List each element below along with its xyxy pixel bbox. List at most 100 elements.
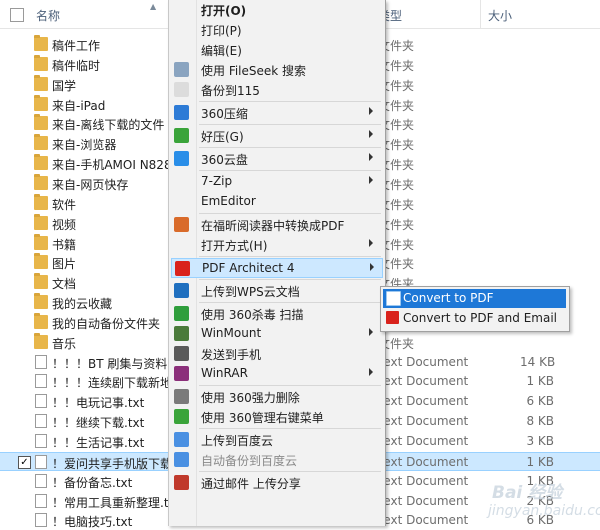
menu-item[interactable]: 在福昕阅读器中转换成PDF — [171, 215, 383, 235]
menu-item[interactable]: 打印(P) — [171, 20, 383, 40]
submenu-item[interactable]: Convert to PDF — [383, 289, 566, 308]
folder-icon — [34, 54, 48, 71]
menu-item[interactable]: 备份到115 — [171, 80, 383, 100]
row-checkbox[interactable]: ✓ — [18, 455, 31, 469]
file-type: Text Document — [378, 434, 469, 448]
text-document-icon — [35, 394, 47, 409]
folder-icon — [34, 193, 48, 210]
menu-item[interactable]: 好压(G) — [171, 126, 383, 146]
pdf-architect-submenu: Convert to PDF Convert to PDF and Email — [380, 286, 570, 332]
file-name: ！常用工具重新整理.txt — [52, 495, 172, 510]
submenu-item[interactable]: Convert to PDF and Email — [383, 309, 566, 328]
text-document-icon — [35, 454, 47, 469]
submenu-item-label: Convert to PDF — [403, 291, 494, 305]
menu-item[interactable]: 使用 360管理右键菜单 — [171, 407, 383, 427]
text-document-icon — [35, 434, 47, 448]
menu-item[interactable]: 使用 360强力删除 — [171, 387, 383, 407]
file-size: 14 KB — [520, 354, 556, 369]
column-divider[interactable] — [480, 0, 481, 28]
menu-separator — [199, 471, 381, 472]
file-name: ！备份备忘.txt — [52, 475, 133, 490]
submenu-arrow-icon — [369, 239, 373, 247]
folder-icon — [34, 312, 48, 329]
menu-item-label: 使用 FileSeek 搜索 — [201, 64, 307, 78]
file-name: ！！！连续剧下载新地址 — [52, 376, 172, 391]
shredder-icon — [174, 389, 189, 404]
mail-icon — [174, 475, 189, 490]
file-size: 1 KB — [526, 454, 554, 469]
menu-item[interactable]: WinRAR — [171, 364, 383, 384]
menu-item[interactable]: EmEditor — [171, 192, 383, 212]
menu-item[interactable]: 打开(O) — [171, 0, 383, 20]
submenu-arrow-icon — [369, 328, 373, 336]
menu-item-label: 上传到百度云 — [201, 434, 274, 448]
baidu-icon — [174, 452, 189, 467]
menu-item-label: 7-Zip — [201, 174, 233, 188]
manage-icon — [174, 409, 189, 424]
file-name: 软件 — [52, 197, 77, 212]
file-name: 来自-浏览器 — [52, 138, 117, 153]
menu-separator — [199, 428, 381, 429]
menu-item-label: 使用 360杀毒 扫描 — [201, 308, 304, 322]
menu-item-label: 通过邮件 上传分享 — [201, 477, 301, 491]
file-type: Text Document — [378, 394, 469, 409]
file-name: ！电脑技巧.txt — [52, 515, 133, 530]
text-document-icon — [35, 374, 47, 389]
menu-item-label: 备份到115 — [201, 84, 260, 98]
file-type: Text Document — [378, 513, 469, 528]
menu-item[interactable]: 上传到百度云 — [171, 430, 383, 450]
page-icon — [174, 82, 189, 97]
select-all-checkbox[interactable] — [10, 8, 24, 22]
context-menu: 打开(O) 打印(P) 编辑(E) 使用 FileSeek 搜索 备份到115 360压缩… — [168, 0, 386, 526]
file-name: 稿件临时 — [52, 58, 101, 73]
menu-item[interactable]: WinMount — [171, 324, 383, 344]
folder-icon — [34, 293, 48, 310]
menu-item[interactable]: 360压缩 — [171, 103, 383, 123]
column-name[interactable]: 名称 — [36, 7, 60, 24]
submenu-arrow-icon — [370, 263, 374, 271]
menu-item[interactable]: 编辑(E) — [171, 40, 383, 60]
menu-item-label: 打开(O) — [201, 4, 247, 18]
foxit-icon — [174, 217, 189, 232]
menu-item[interactable]: PDF Architect 4 — [171, 258, 383, 278]
menu-item-label: 360云盘 — [201, 153, 248, 167]
menu-item[interactable]: 使用 FileSeek 搜索 — [171, 60, 383, 80]
menu-separator — [199, 302, 381, 303]
menu-item-label: 打印(P) — [201, 24, 242, 38]
menu-item: 自动备份到百度云 — [171, 450, 383, 470]
folder-icon — [34, 94, 48, 111]
menu-item[interactable]: 使用 360杀毒 扫描 — [171, 304, 383, 324]
file-name: ！爱问共享手机版下载 — [52, 456, 172, 471]
folder-icon — [34, 253, 48, 270]
column-size[interactable]: 大小 — [488, 7, 512, 24]
menu-item[interactable]: 发送到手机 — [171, 344, 383, 364]
menu-item-label: 好压(G) — [201, 130, 244, 144]
menu-separator — [199, 256, 381, 257]
sort-caret-icon: ▲ — [150, 2, 157, 11]
submenu-arrow-icon — [369, 368, 373, 376]
file-name: 图片 — [52, 257, 77, 272]
menu-separator — [199, 147, 381, 148]
menu-separator — [199, 279, 381, 280]
menu-item[interactable]: 360云盘 — [171, 149, 383, 169]
text-document-icon — [35, 493, 47, 508]
menu-item-label: 使用 360强力删除 — [201, 391, 300, 405]
folder-icon — [34, 213, 48, 230]
haozip-icon — [174, 128, 189, 143]
folder-icon — [34, 154, 48, 171]
menu-item-label: 打开方式(H) — [201, 239, 268, 253]
file-name: 书籍 — [52, 237, 77, 252]
menu-item-label: EmEditor — [201, 194, 256, 208]
file-size: 6 KB — [526, 394, 554, 409]
menu-item[interactable]: 上传到WPS云文档 — [171, 281, 383, 301]
menu-separator — [199, 213, 381, 214]
menu-item-label: 自动备份到百度云 — [201, 454, 298, 468]
menu-item[interactable]: 打开方式(H) — [171, 235, 383, 255]
text-document-icon — [35, 354, 47, 369]
menu-separator — [199, 385, 381, 386]
folder-icon — [34, 332, 48, 349]
menu-item[interactable]: 7-Zip — [171, 172, 383, 192]
menu-item[interactable]: 通过邮件 上传分享 — [171, 473, 383, 493]
file-size: 1 KB — [526, 374, 554, 389]
watermark-logo: Bai 经验 — [492, 483, 563, 503]
